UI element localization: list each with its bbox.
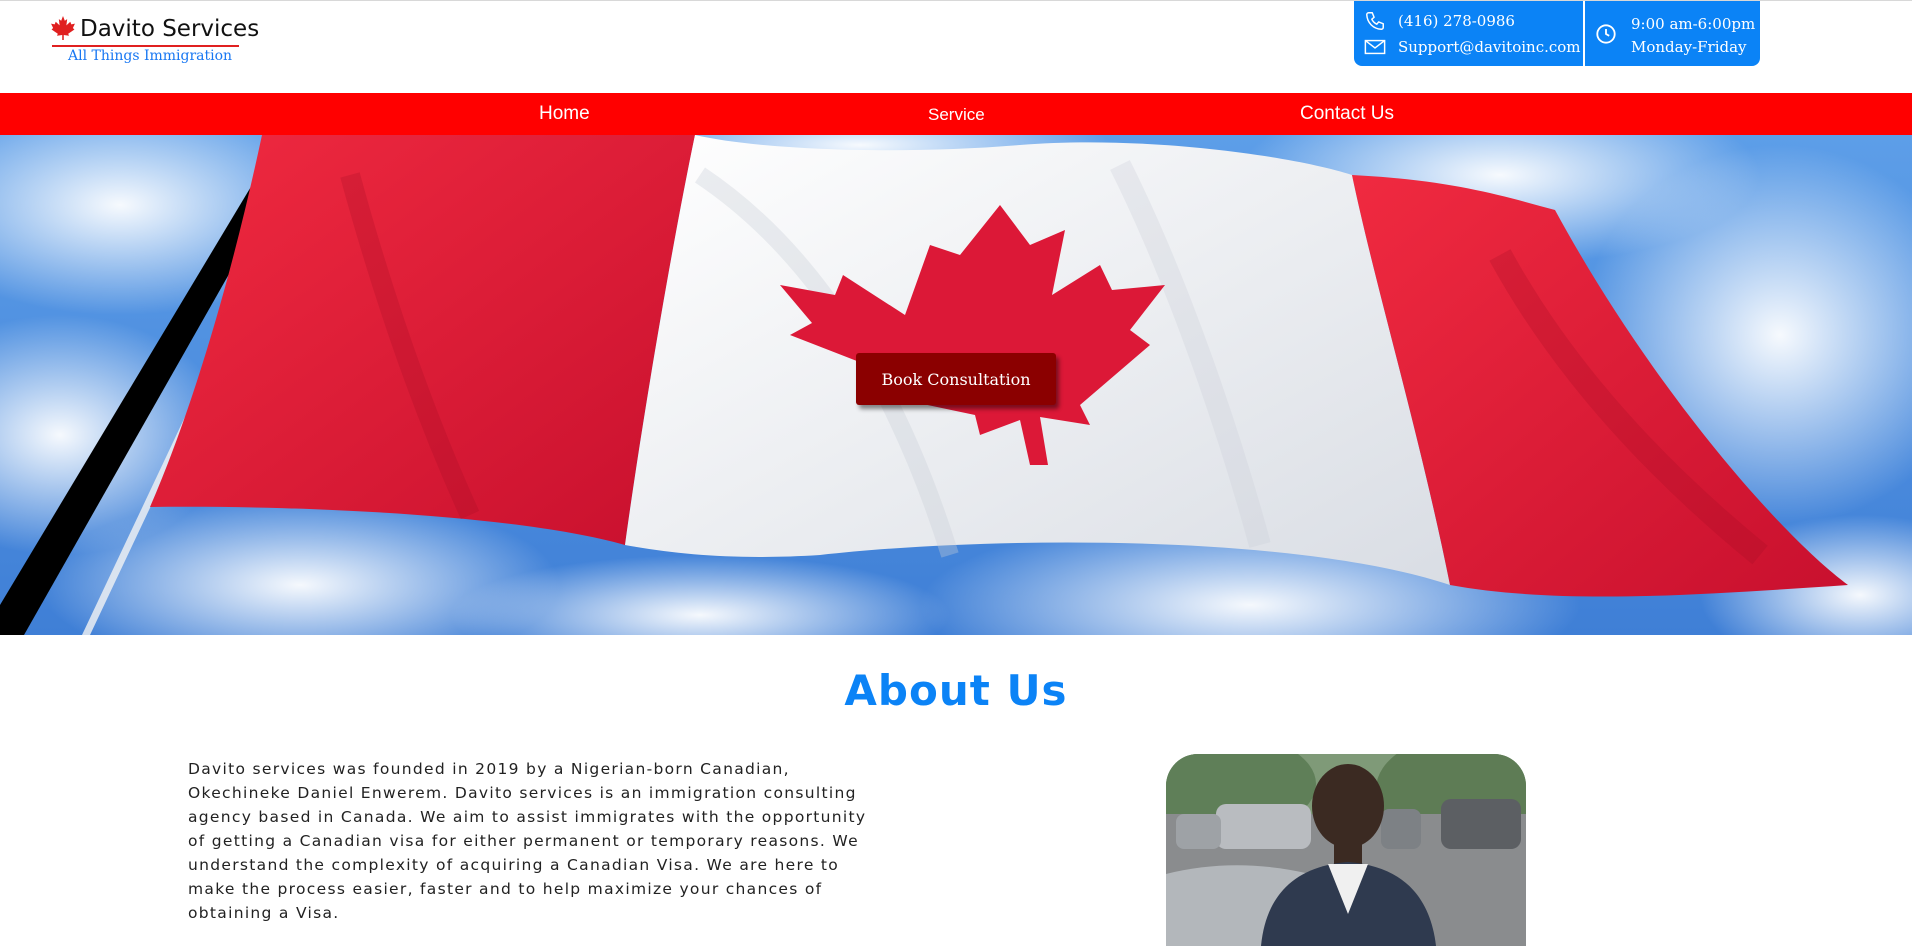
nav-contact-us[interactable]: Contact Us	[1300, 103, 1394, 125]
hours-box: 9:00 am-6:00pm Monday-Friday	[1585, 1, 1760, 66]
main-nav: Home Service Contact Us	[0, 93, 1912, 135]
email-address: Support@davitoinc.com	[1398, 38, 1581, 56]
phone-number: (416) 278-0986	[1398, 12, 1515, 30]
email-link[interactable]: Support@davitoinc.com	[1364, 38, 1581, 56]
about-body: Davito services was founded in 2019 by a…	[188, 760, 867, 922]
logo-underline	[52, 45, 239, 47]
about-title: About Us	[844, 666, 1068, 715]
phone-icon	[1366, 12, 1384, 30]
hours-days: Monday-Friday	[1631, 38, 1747, 56]
contact-box: (416) 278-0986 Support@davitoinc.com	[1354, 1, 1583, 66]
mail-icon	[1364, 39, 1386, 55]
hero-banner: Book Consultation	[0, 135, 1912, 635]
logo-title: Davito Services	[80, 16, 260, 42]
phone-link[interactable]: (416) 278-0986	[1364, 10, 1515, 32]
site-header: Davito Services All Things Immigration (…	[0, 0, 1912, 93]
book-consultation-button[interactable]: Book Consultation	[856, 353, 1056, 405]
nav-service[interactable]: Service	[928, 105, 985, 125]
site-logo[interactable]: Davito Services All Things Immigration	[50, 15, 259, 67]
founder-photo	[1166, 754, 1526, 946]
nav-home[interactable]: Home	[539, 103, 590, 125]
logo-tagline: All Things Immigration	[68, 48, 233, 64]
business-hours: 9:00 am-6:00pm Monday-Friday	[1631, 13, 1755, 59]
maple-leaf-icon	[51, 16, 75, 40]
clock-icon	[1596, 24, 1616, 44]
hours-time: 9:00 am-6:00pm	[1631, 15, 1756, 33]
